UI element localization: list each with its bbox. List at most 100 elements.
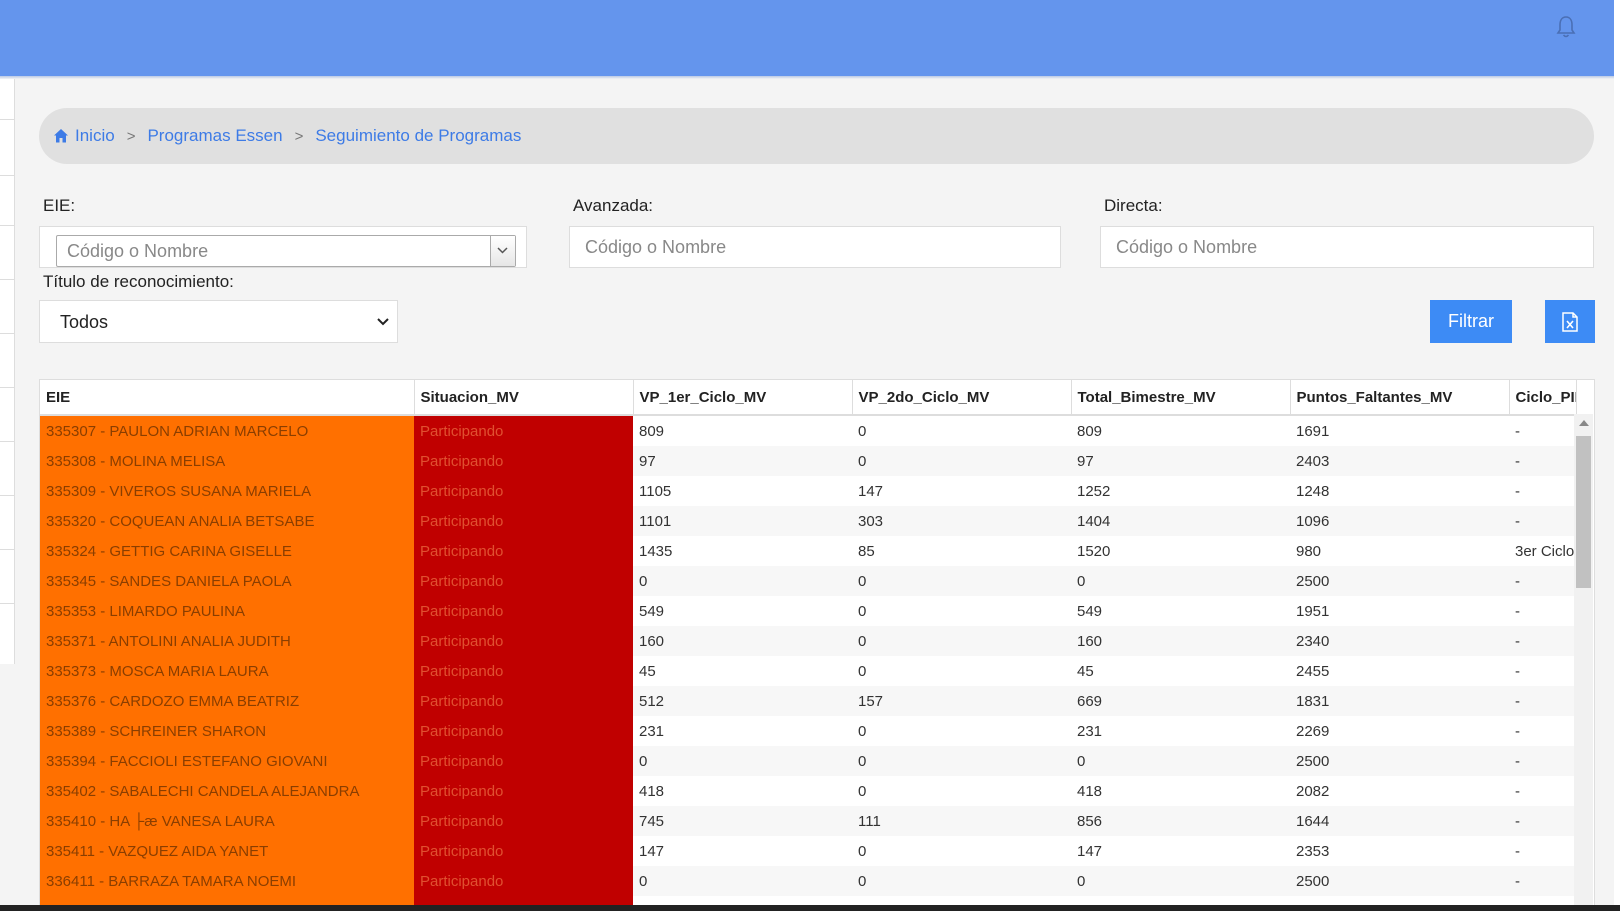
eie-combobox-wrapper <box>39 226 527 268</box>
cell-ciclo: - <box>1509 656 1576 686</box>
page-edge <box>1614 0 1620 911</box>
cell-ciclo: - <box>1509 626 1576 656</box>
cell-situacion: Participando <box>414 776 633 806</box>
cell-vp1: 745 <box>633 806 852 836</box>
top-navbar <box>0 0 1620 76</box>
table-row[interactable]: 335308 - MOLINA MELISA Participando 97 0 97 2… <box>40 446 1576 476</box>
table-row[interactable]: 336411 - BARRAZA TAMARA NOEMI Participand… <box>40 866 1576 896</box>
cell-situacion: Participando <box>414 806 633 836</box>
cell-ciclo: - <box>1509 746 1576 776</box>
table-scrollbar[interactable] <box>1574 414 1593 911</box>
column-header-total[interactable]: Total_Bimestre_MV <box>1071 380 1291 416</box>
cell-vp2: 157 <box>852 686 1071 716</box>
bottom-edge <box>0 905 1620 911</box>
cell-ciclo: - <box>1509 446 1576 476</box>
cell-puntos: 1644 <box>1290 806 1509 836</box>
cell-eie: 335324 - GETTIG CARINA GISELLE <box>40 536 414 566</box>
table-row[interactable]: 335389 - SCHREINER SHARON Participando 231… <box>40 716 1576 746</box>
cell-vp2: 0 <box>852 866 1071 896</box>
cell-total: 45 <box>1071 656 1290 686</box>
cell-eie: 335320 - COQUEAN ANALIA BETSABE <box>40 506 414 536</box>
eie-input[interactable] <box>57 236 515 266</box>
sidebar-divider <box>0 225 14 226</box>
cell-vp2: 85 <box>852 536 1071 566</box>
scroll-up-icon[interactable] <box>1579 420 1589 426</box>
cell-situacion: Participando <box>414 415 633 446</box>
chevron-down-icon[interactable] <box>490 236 515 266</box>
cell-ciclo: 3er Ciclo <box>1509 536 1576 566</box>
cell-vp2: 0 <box>852 566 1071 596</box>
collapsed-sidebar[interactable] <box>0 79 15 664</box>
cell-vp2: 147 <box>852 476 1071 506</box>
cell-vp1: 0 <box>633 566 852 596</box>
breadcrumb-seguimiento[interactable]: Seguimiento de Programas <box>315 126 521 146</box>
table-row[interactable]: 335411 - VAZQUEZ AIDA YANET Participando 1… <box>40 836 1576 866</box>
cell-puntos: 2500 <box>1290 866 1509 896</box>
bell-icon[interactable] <box>1554 14 1578 40</box>
directa-input[interactable] <box>1101 227 1593 267</box>
cell-situacion: Participando <box>414 536 633 566</box>
cell-vp1: 0 <box>633 746 852 776</box>
cell-total: 0 <box>1071 746 1290 776</box>
cell-puntos: 2269 <box>1290 716 1509 746</box>
eie-combobox[interactable] <box>56 235 516 267</box>
cell-puntos: 2455 <box>1290 656 1509 686</box>
column-header-eie[interactable]: EIE <box>40 380 415 416</box>
table-row[interactable]: 335324 - GETTIG CARINA GISELLE Participan… <box>40 536 1576 566</box>
table-row[interactable]: 335394 - FACCIOLI ESTEFANO GIOVANI Partic… <box>40 746 1576 776</box>
cell-vp1: 97 <box>633 446 852 476</box>
cell-situacion: Participando <box>414 476 633 506</box>
cell-total: 669 <box>1071 686 1290 716</box>
sidebar-divider <box>0 549 14 550</box>
breadcrumb-inicio[interactable]: Inicio <box>75 126 115 146</box>
export-excel-button[interactable] <box>1545 300 1595 343</box>
column-header-situacion[interactable]: Situacion_MV <box>414 380 634 416</box>
cell-total: 0 <box>1071 566 1290 596</box>
cell-ciclo: - <box>1509 415 1576 446</box>
cell-total: 97 <box>1071 446 1290 476</box>
cell-ciclo: - <box>1509 596 1576 626</box>
avanzada-input[interactable] <box>570 227 1060 267</box>
chevron-right-icon: > <box>294 127 304 145</box>
cell-puntos: 2500 <box>1290 746 1509 776</box>
avanzada-label: Avanzada: <box>573 196 654 215</box>
table-row[interactable]: 335345 - SANDES DANIELA PAOLA Participand… <box>40 566 1576 596</box>
cell-situacion: Participando <box>414 506 633 536</box>
table-row[interactable]: 335410 - HA ├æ VANESA LAURA Participando 7… <box>40 806 1576 836</box>
navbar-shadow <box>0 76 1620 79</box>
column-header-vp1[interactable]: VP_1er_Ciclo_MV <box>633 380 853 416</box>
cell-vp1: 1105 <box>633 476 852 506</box>
excel-icon <box>1562 311 1578 332</box>
table-row[interactable]: 335353 - LIMARDO PAULINA Participando 549 0… <box>40 596 1576 626</box>
table-row[interactable]: 335371 - ANTOLINI ANALIA JUDITH Participa… <box>40 626 1576 656</box>
breadcrumb-programas-essen[interactable]: Programas Essen <box>147 126 282 146</box>
table-row[interactable]: 335307 - PAULON ADRIAN MARCELO Participan… <box>40 415 1576 446</box>
filter-button[interactable]: Filtrar <box>1430 300 1512 343</box>
cell-vp1: 231 <box>633 716 852 746</box>
sidebar-divider <box>0 175 14 176</box>
column-header-vp2[interactable]: VP_2do_Ciclo_MV <box>852 380 1072 416</box>
scroll-thumb[interactable] <box>1576 436 1591 588</box>
directa-field <box>1100 226 1594 268</box>
cell-vp2: 0 <box>852 446 1071 476</box>
column-header-ciclo[interactable]: Ciclo_PIR <box>1509 380 1577 416</box>
titulo-select[interactable]: Todos <box>39 300 398 343</box>
cell-puntos: 1831 <box>1290 686 1509 716</box>
table-row[interactable]: 335376 - CARDOZO EMMA BEATRIZ Participand… <box>40 686 1576 716</box>
table-row[interactable]: 335402 - SABALECHI CANDELA ALEJANDRA Part… <box>40 776 1576 806</box>
cell-situacion: Participando <box>414 626 633 656</box>
cell-eie: 335411 - VAZQUEZ AIDA YANET <box>40 836 414 866</box>
table-row[interactable]: 335373 - MOSCA MARIA LAURA Participando 45… <box>40 656 1576 686</box>
table-header-row: EIE Situacion_MV VP_1er_Ciclo_MV VP_2do_… <box>40 380 1577 416</box>
cell-puntos: 2340 <box>1290 626 1509 656</box>
cell-puntos: 2500 <box>1290 566 1509 596</box>
cell-vp1: 160 <box>633 626 852 656</box>
avanzada-field <box>569 226 1061 268</box>
table-row[interactable]: 335320 - COQUEAN ANALIA BETSABE Participa… <box>40 506 1576 536</box>
cell-eie: 336411 - BARRAZA TAMARA NOEMI <box>40 866 414 896</box>
table-row[interactable]: 335309 - VIVEROS SUSANA MARIELA Participa… <box>40 476 1576 506</box>
column-header-puntos[interactable]: Puntos_Faltantes_MV <box>1290 380 1510 416</box>
cell-total: 147 <box>1071 836 1290 866</box>
chevron-right-icon: > <box>126 127 136 145</box>
cell-vp1: 512 <box>633 686 852 716</box>
